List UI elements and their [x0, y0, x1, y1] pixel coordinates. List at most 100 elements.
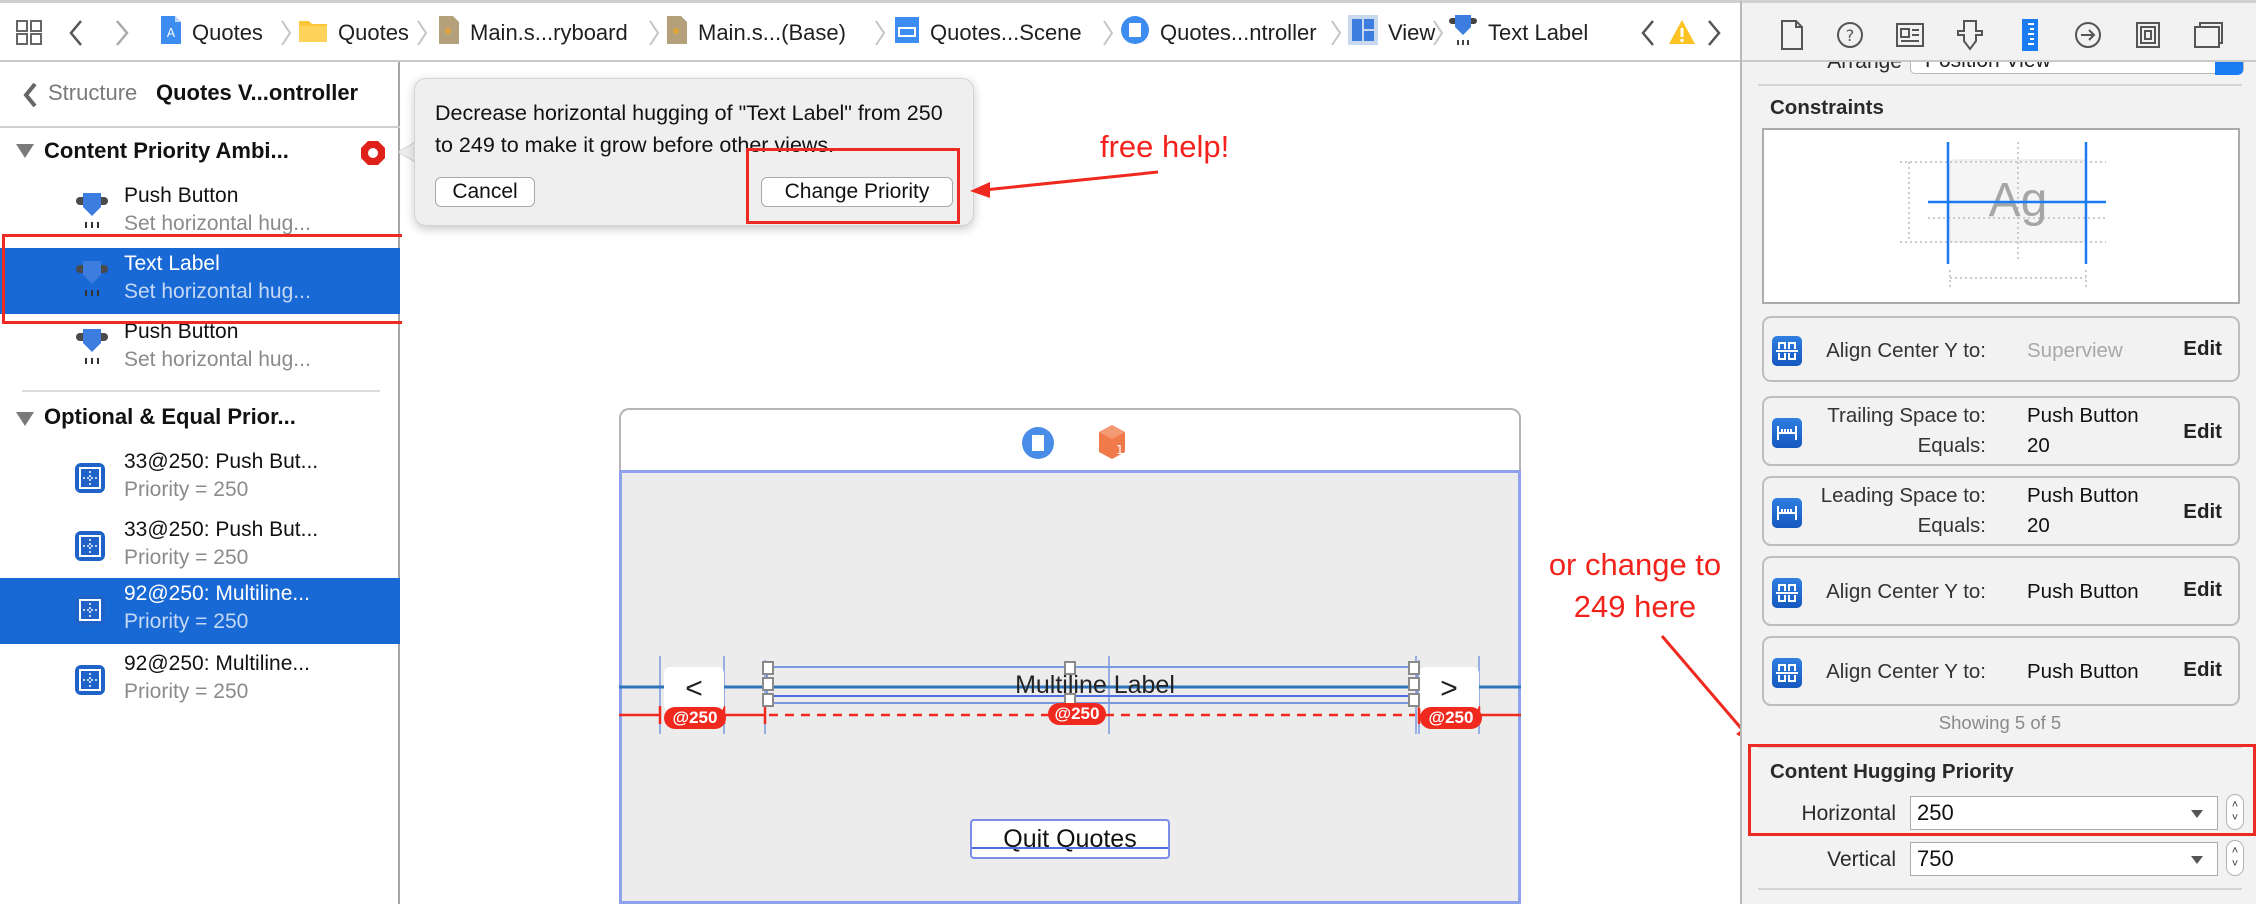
edit-button[interactable]: Edit — [2183, 578, 2222, 602]
list-item[interactable]: 33@250: Push But... Priority = 250 — [0, 446, 400, 512]
inspector-tab-bar: ? — [1740, 0, 2256, 62]
effects-icon[interactable] — [2192, 19, 2224, 51]
forward-arrow-icon[interactable] — [114, 19, 130, 47]
item-subtitle: Set horizontal hug... — [124, 348, 311, 371]
item-title: 33@250: Push But... — [124, 518, 319, 541]
list-item[interactable]: 33@250: Push But... Priority = 250 — [0, 514, 400, 580]
view-controller-scene: 1 < > Multiline Label @250 @250 @250 Qui… — [619, 408, 1521, 904]
breadcrumb-label: Quotes — [338, 19, 409, 45]
constraint-label: Align Center Y to: — [1826, 580, 1986, 603]
disclosure-triangle[interactable] — [16, 144, 34, 158]
constraint-target: Superview — [2027, 339, 2123, 362]
resize-handle[interactable] — [1408, 677, 1420, 691]
constraints-diagram: Ag — [1762, 128, 2240, 304]
edit-button[interactable]: Edit — [2183, 658, 2222, 682]
vertical-hugging-combo[interactable]: 750 — [1910, 842, 2218, 876]
edit-button[interactable]: Edit — [2183, 500, 2222, 524]
breadcrumb-storyboard-base[interactable]: Main.s...(Base) — [666, 3, 846, 62]
annotation-highlight-change-priority — [746, 148, 960, 224]
arrange-popup[interactable]: Position View — [1910, 62, 2244, 75]
multiline-label[interactable]: Multiline Label — [770, 671, 1420, 700]
list-item[interactable]: 92@250: Multiline... Priority = 250 — [0, 648, 400, 714]
stepper-up-icon[interactable]: ˄ — [2232, 845, 2238, 858]
breadcrumb-separator — [280, 19, 292, 47]
storyboard-file-icon — [666, 15, 688, 51]
list-item[interactable]: Push Button Set horizontal hug... — [0, 316, 400, 382]
section-title-optional-priority[interactable]: Optional & Equal Prior... — [44, 404, 296, 430]
constraint-row[interactable]: Align Center Y to: Superview Edit — [1762, 316, 2240, 382]
next-button[interactable]: > — [1419, 667, 1479, 711]
resize-handle[interactable] — [1408, 693, 1420, 707]
view-controller-icon[interactable] — [1021, 426, 1055, 460]
edit-button[interactable]: Edit — [2183, 420, 2222, 444]
breadcrumb-group[interactable]: Quotes — [298, 3, 409, 62]
constraint-row[interactable]: Leading Space to: Push Button Equals: 20… — [1762, 476, 2240, 546]
section-title-content-priority[interactable]: Content Priority Ambi... — [44, 138, 289, 164]
item-title: 33@250: Push But... — [124, 450, 319, 473]
attributes-icon[interactable] — [1954, 19, 1986, 51]
resize-handle[interactable] — [762, 693, 774, 707]
constraint-label: Align Center Y to: — [1826, 660, 1986, 683]
constraint-label: Trailing Space to: — [1827, 404, 1986, 427]
breadcrumb-text-label[interactable]: Text Label — [1448, 3, 1588, 62]
item-subtitle: Priority = 250 — [124, 478, 249, 501]
edit-button[interactable]: Edit — [2183, 337, 2222, 361]
constraint-label: Align Center Y to: — [1826, 339, 1986, 362]
constraint-diagram-graphic: Ag — [1900, 142, 2106, 290]
svg-text:A: A — [167, 26, 176, 40]
previous-issue-icon[interactable] — [1640, 19, 1656, 47]
breadcrumb-view[interactable]: View — [1348, 3, 1435, 62]
resize-handle[interactable] — [1064, 661, 1076, 675]
constraint-row[interactable]: Trailing Space to: Push Button Equals: 2… — [1762, 396, 2240, 466]
baseline-guide — [972, 847, 1168, 849]
item-subtitle: Priority = 250 — [124, 680, 249, 703]
structure-back-link[interactable]: Structure — [48, 80, 137, 106]
view-icon — [1348, 14, 1378, 51]
warning-icon[interactable] — [1668, 19, 1696, 45]
next-issue-icon[interactable] — [1706, 19, 1722, 47]
align-center-y-icon — [1772, 578, 1802, 608]
outline-header: Structure Quotes V...ontroller — [0, 62, 400, 128]
quit-quotes-button[interactable]: Quit Quotes — [970, 819, 1170, 859]
root-view[interactable]: < > Multiline Label @250 @250 @250 Quit … — [619, 470, 1521, 904]
resize-handle[interactable] — [762, 677, 774, 691]
priority-badge[interactable]: @250 — [1420, 707, 1482, 729]
annotation-line: or change to — [1548, 547, 1722, 582]
ruler-icon[interactable] — [2014, 19, 2046, 51]
bindings-icon[interactable] — [2132, 19, 2164, 51]
chevron-left-icon: < — [685, 672, 703, 705]
constraint-row[interactable]: Align Center Y to: Push Button Edit — [1762, 556, 2240, 626]
identity-icon[interactable] — [1894, 19, 1926, 51]
dropdown-arrow-icon[interactable] — [2191, 856, 2203, 864]
priority-badge[interactable]: @250 — [1048, 703, 1106, 725]
stepper-down-icon[interactable]: ˅ — [2232, 858, 2238, 871]
back-chevron-icon[interactable] — [22, 82, 38, 108]
breadcrumb-storyboard[interactable]: Main.s...ryboard — [438, 3, 628, 62]
file-icon[interactable] — [1776, 19, 1808, 51]
equals-label: Equals: — [1917, 514, 1986, 537]
breadcrumb-scene[interactable]: Quotes...Scene — [894, 3, 1082, 62]
item-subtitle: Set horizontal hug... — [124, 212, 311, 235]
related-items-icon[interactable] — [16, 20, 44, 46]
divider — [1758, 84, 2242, 86]
first-responder-icon[interactable]: 1 — [1097, 424, 1127, 460]
cancel-button[interactable]: Cancel — [435, 177, 535, 207]
error-icon[interactable] — [360, 140, 386, 166]
resize-handle[interactable] — [1408, 661, 1420, 675]
align-center-y-icon — [1772, 336, 1802, 366]
vertical-stepper[interactable]: ˄ ˅ — [2226, 840, 2244, 876]
item-title: 92@250: Multiline... — [124, 582, 310, 605]
constraint-row[interactable]: Align Center Y to: Push Button Edit — [1762, 636, 2240, 706]
priority-badge[interactable]: @250 — [664, 707, 726, 729]
back-arrow-icon[interactable] — [68, 19, 84, 47]
scene-dock: 1 — [619, 408, 1521, 472]
disclosure-triangle[interactable] — [16, 412, 34, 426]
help-icon[interactable]: ? — [1834, 19, 1866, 51]
list-item-selected[interactable]: 92@250: Multiline... Priority = 250 — [0, 578, 400, 644]
previous-button[interactable]: < — [664, 667, 724, 711]
arrow-circle-icon[interactable] — [2072, 19, 2104, 51]
push-button-icon — [74, 326, 110, 370]
breadcrumb-view-controller[interactable]: Quotes...ntroller — [1120, 3, 1317, 62]
breadcrumb-project[interactable]: A Quotes — [160, 3, 263, 62]
resize-handle[interactable] — [762, 661, 774, 675]
